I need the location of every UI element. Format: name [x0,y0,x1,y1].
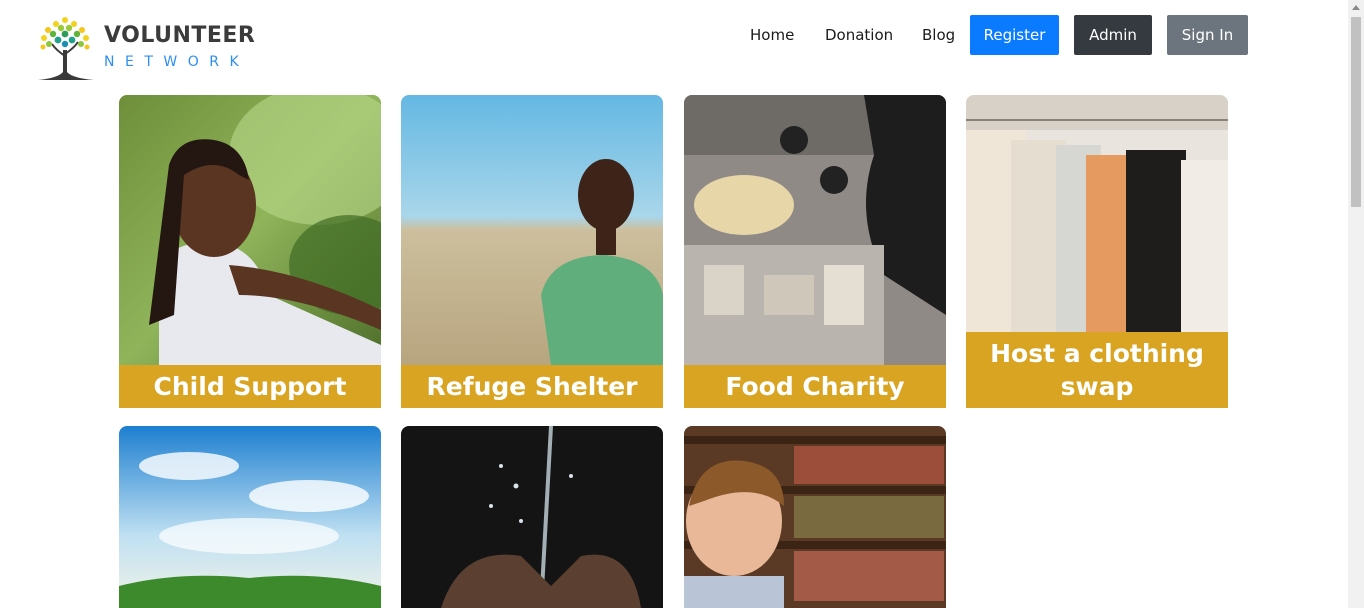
girl-outdoors-photo [119,95,381,365]
nav-donation[interactable]: Donation [825,15,893,55]
register-button[interactable]: Register [970,15,1059,55]
card-clothing-swap[interactable]: Host a clothing swap [966,95,1228,408]
nav-blog[interactable]: Blog [922,15,955,55]
food-donation-photo [684,95,946,365]
boy-library-photo [684,426,946,608]
water-hands-photo [401,426,663,608]
brand-subtitle: NETWORK [104,54,250,70]
tree-logo-icon [38,17,94,80]
admin-button[interactable]: Admin [1074,15,1152,55]
brand-logo[interactable]: VOLUNTEER NETWORK [34,14,264,82]
card-child-support[interactable]: Child Support [119,95,381,408]
site-header: VOLUNTEER NETWORK Home Donation Blog Reg… [0,0,1348,88]
card-refuge-shelter[interactable]: Refuge Shelter [401,95,663,408]
card-title: Refuge Shelter [401,365,663,408]
card-nature[interactable] [119,426,381,608]
page-scrollbar[interactable] [1348,0,1364,608]
card-food-charity[interactable]: Food Charity [684,95,946,408]
nav-home[interactable]: Home [750,15,794,55]
card-water[interactable] [401,426,663,608]
brand-title: VOLUNTEER [104,23,256,48]
sky-landscape-photo [119,426,381,608]
card-title: Food Charity [684,365,946,408]
boy-in-field-photo [401,95,663,365]
scrollbar-thumb[interactable] [1351,17,1361,207]
card-library[interactable] [684,426,946,608]
clothing-rack-photo [966,95,1228,332]
sign-in-button[interactable]: Sign In [1167,15,1248,55]
card-title: Host a clothing swap [966,332,1228,408]
card-title: Child Support [119,365,381,408]
scroll-up-arrow-icon[interactable] [1352,5,1360,10]
